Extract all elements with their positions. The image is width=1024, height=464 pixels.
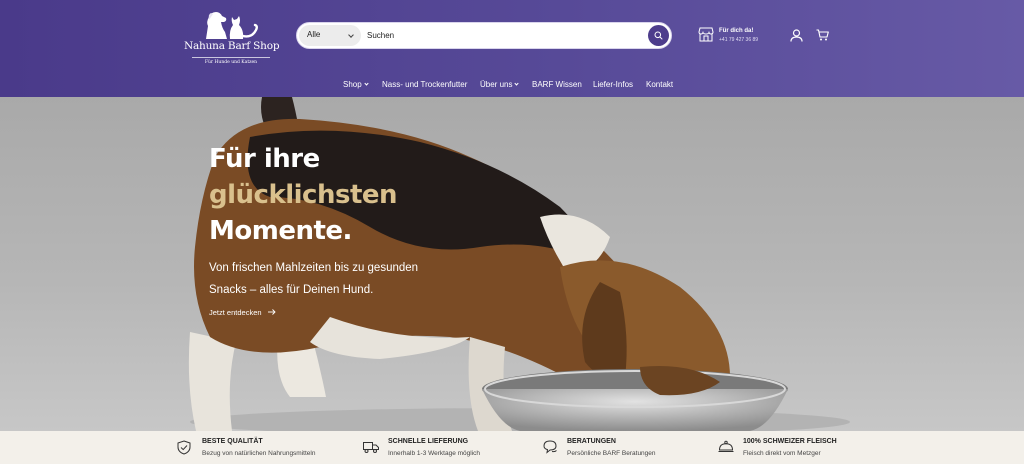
search-category-select[interactable]: Alle — [299, 25, 361, 46]
cart-icon[interactable] — [816, 29, 829, 41]
feature-delivery: SCHNELLE LIEFERUNG Innerhalb 1-3 Werktag… — [363, 437, 543, 461]
hero-cta-link[interactable]: Jetzt entdecken — [209, 308, 276, 317]
logo[interactable]: Nahuna Barf Shop Für Hunde und Katzen — [184, 8, 280, 65]
features-bar: BESTE QUALITÄT Bezug von natürlichen Nah… — [0, 431, 1024, 464]
contact-info[interactable]: Für dich da! +41 79 427 36 89 — [698, 27, 788, 47]
feature-title: 100% SCHWEIZER FLEISCH — [743, 438, 837, 445]
nav-item-label: Kontakt — [646, 80, 674, 89]
feature-title: SCHNELLE LIEFERUNG — [388, 438, 469, 445]
nav-item-contact[interactable]: Kontakt — [646, 80, 673, 89]
feature-desc: Fleisch direkt vom Metzger — [743, 450, 821, 457]
store-icon — [698, 27, 714, 42]
search-button[interactable] — [648, 25, 669, 46]
hero-subtitle: Von frischen Mahlzeiten bis zu gesunden … — [209, 262, 419, 296]
nav-item-shop[interactable]: Shop — [343, 80, 369, 89]
nav-item-label: Shop — [343, 80, 362, 89]
hero-title: Für ihre glücklichsten Momente. — [209, 141, 449, 249]
feature-desc: Bezug von natürlichen Nahrungsmitteln — [202, 450, 316, 457]
logo-tagline: Für Hunde und Katzen — [204, 60, 258, 65]
feature-title: BERATUNGEN — [567, 438, 616, 445]
search-input[interactable] — [367, 26, 637, 45]
feature-swiss-meat: 100% SCHWEIZER FLEISCH Fleisch direkt vo… — [718, 437, 898, 461]
account-icon[interactable] — [790, 29, 803, 42]
logo-name: Nahuna Barf Shop — [184, 40, 280, 52]
nav-item-label: BARF Wissen — [532, 80, 582, 89]
contact-phone: +41 79 427 36 89 — [719, 37, 759, 43]
feature-consulting: BERATUNGEN Persönliche BARF Beratungen — [542, 437, 722, 461]
feature-desc: Innerhalb 1-3 Werktage möglich — [388, 450, 481, 457]
chevron-down-icon — [364, 81, 369, 86]
truck-icon — [363, 442, 379, 453]
hero-title-line-1: Für ihre — [209, 144, 320, 174]
site-header: Nahuna Barf Shop Für Hunde und Katzen Al… — [0, 0, 1024, 97]
search-category-label: Alle — [307, 30, 321, 39]
nav-item-about[interactable]: Über uns — [480, 80, 520, 89]
hero-title-line-3: Momente. — [209, 216, 352, 246]
main-nav: Shop Nass- und Trockenfutter Über uns BA… — [0, 78, 1024, 92]
dog-cat-logo-icon — [206, 12, 258, 39]
chat-bubbles-icon — [543, 440, 557, 454]
logo-divider — [192, 57, 270, 58]
beagle-eating-image — [188, 97, 850, 431]
arrow-right-icon — [267, 309, 276, 315]
nav-item-barf[interactable]: BARF Wissen — [532, 80, 582, 89]
nav-item-label: Über uns — [480, 80, 513, 89]
shield-check-icon — [177, 440, 191, 455]
nav-item-delivery[interactable]: Liefer-Infos — [593, 80, 633, 89]
feature-title: BESTE QUALITÄT — [202, 438, 263, 445]
cloche-icon — [718, 440, 734, 452]
nav-item-food[interactable]: Nass- und Trockenfutter — [382, 80, 467, 89]
search-icon — [654, 31, 663, 40]
chevron-down-icon — [514, 81, 520, 86]
feature-desc: Persönliche BARF Beratungen — [567, 450, 656, 457]
feature-quality: BESTE QUALITÄT Bezug von natürlichen Nah… — [177, 437, 357, 461]
hero-banner: Für ihre glücklichsten Momente. Von fris… — [0, 97, 1024, 431]
contact-title: Für dich da! — [719, 28, 754, 34]
search-bar: Alle — [296, 22, 672, 49]
chevron-down-icon — [348, 32, 354, 38]
nav-item-label: Nass- und Trockenfutter — [382, 80, 468, 89]
hero-cta-label: Jetzt entdecken — [209, 308, 262, 317]
hero-title-line-2: glücklichsten — [209, 180, 398, 210]
nav-item-label: Liefer-Infos — [593, 80, 634, 89]
